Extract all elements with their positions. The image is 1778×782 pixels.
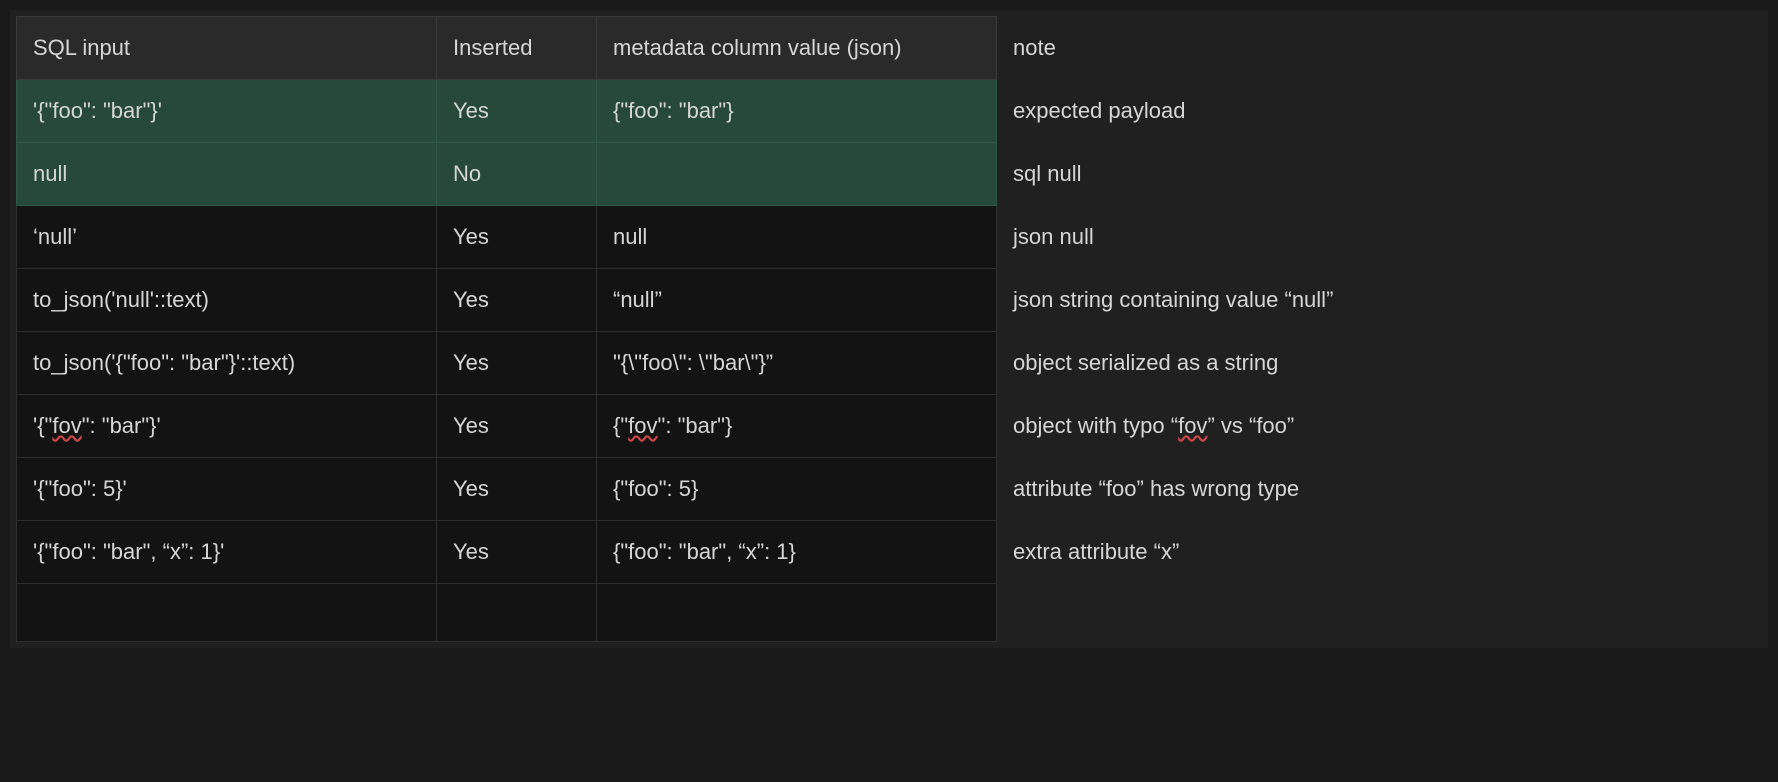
cell-inserted: Yes xyxy=(437,206,597,269)
cell-metadata: "{\"foo\": \"bar\"}” xyxy=(597,332,997,395)
cell-note: sql null xyxy=(997,143,1762,206)
cell-note: json string containing value “null” xyxy=(997,269,1762,332)
cell-inserted: Yes xyxy=(437,521,597,584)
cell-metadata: {"fov": "bar"} xyxy=(597,395,997,458)
cell-sql-input: ‘null’ xyxy=(17,206,437,269)
cell-metadata xyxy=(597,143,997,206)
table-row: to_json('{"foo": "bar"}'::text)Yes"{\"fo… xyxy=(17,332,1762,395)
cell-metadata: null xyxy=(597,206,997,269)
cell-metadata: “null” xyxy=(597,269,997,332)
cell-metadata: {"foo": "bar", “x”: 1} xyxy=(597,521,997,584)
cell-inserted: Yes xyxy=(437,80,597,143)
cell-inserted xyxy=(437,584,597,642)
cell-sql-input: to_json('null'::text) xyxy=(17,269,437,332)
cell-sql-input: '{"foo": 5}' xyxy=(17,458,437,521)
table-row-empty xyxy=(17,584,1762,642)
cell-inserted: Yes xyxy=(437,332,597,395)
table-row: '{"foo": 5}'Yes{"foo": 5}attribute “foo”… xyxy=(17,458,1762,521)
table-row: '{"fov": "bar"}'Yes{"fov": "bar"}object … xyxy=(17,395,1762,458)
header-sql-input: SQL input xyxy=(17,17,437,80)
cell-note: expected payload xyxy=(997,80,1762,143)
table-row: to_json('null'::text)Yes“null”json strin… xyxy=(17,269,1762,332)
cell-sql-input: to_json('{"foo": "bar"}'::text) xyxy=(17,332,437,395)
cell-note: object with typo “fov” vs “foo” xyxy=(997,395,1762,458)
cell-metadata: {"foo": "bar"} xyxy=(597,80,997,143)
cell-sql-input: null xyxy=(17,143,437,206)
table-row: '{"foo": "bar", “x”: 1}'Yes{"foo": "bar"… xyxy=(17,521,1762,584)
typo-word: fov xyxy=(52,413,81,438)
header-metadata: metadata column value (json) xyxy=(597,17,997,80)
cell-inserted: Yes xyxy=(437,458,597,521)
typo-word: fov xyxy=(1178,413,1207,438)
header-inserted: Inserted xyxy=(437,17,597,80)
typo-word: fov xyxy=(628,413,657,438)
table-row: '{"foo": "bar"}'Yes{"foo": "bar"}expecte… xyxy=(17,80,1762,143)
cell-sql-input xyxy=(17,584,437,642)
cell-note: extra attribute “x” xyxy=(997,521,1762,584)
cell-metadata: {"foo": 5} xyxy=(597,458,997,521)
header-row: SQL input Inserted metadata column value… xyxy=(17,17,1762,80)
cell-note: attribute “foo” has wrong type xyxy=(997,458,1762,521)
cell-inserted: Yes xyxy=(437,395,597,458)
cell-note xyxy=(997,584,1762,642)
table-row: nullNo sql null xyxy=(17,143,1762,206)
cell-sql-input: '{"foo": "bar", “x”: 1}' xyxy=(17,521,437,584)
cell-note: object serialized as a string xyxy=(997,332,1762,395)
cell-inserted: No xyxy=(437,143,597,206)
header-note: note xyxy=(997,17,1762,80)
json-cases-table-wrap: SQL input Inserted metadata column value… xyxy=(10,10,1768,648)
cell-inserted: Yes xyxy=(437,269,597,332)
json-cases-table: SQL input Inserted metadata column value… xyxy=(16,16,1762,642)
cell-note: json null xyxy=(997,206,1762,269)
table-row: ‘null’Yesnulljson null xyxy=(17,206,1762,269)
cell-sql-input: '{"foo": "bar"}' xyxy=(17,80,437,143)
cell-sql-input: '{"fov": "bar"}' xyxy=(17,395,437,458)
cell-metadata xyxy=(597,584,997,642)
